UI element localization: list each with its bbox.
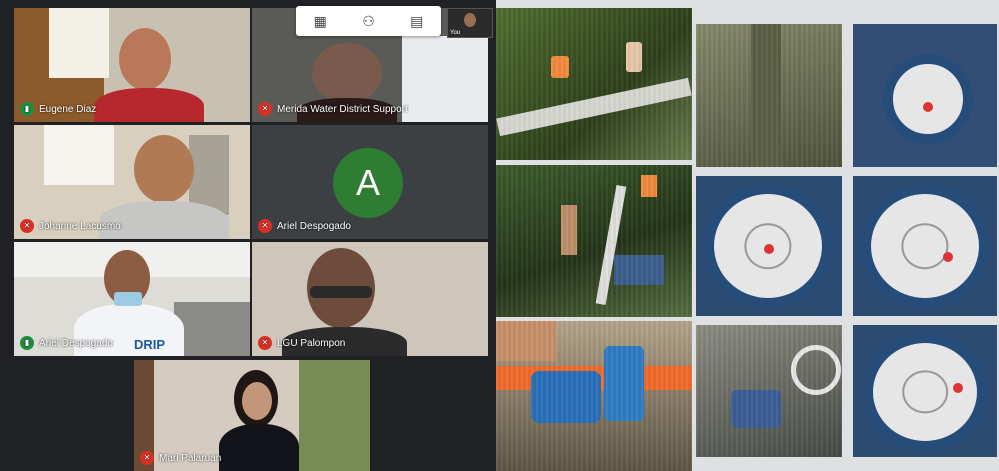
video-conference: ▮ Eugene Diaz ✕ Merida Water District Supp… [0,0,496,471]
mic-on-icon[interactable]: ▮ [20,102,34,116]
mic-off-icon[interactable]: ✕ [20,219,34,233]
mic-off-icon[interactable]: ✕ [140,451,154,465]
participant-name: ▮ Ariel Despogado [20,336,113,350]
participant-name: ✕ Mari Palaruan [140,451,221,465]
grid-icon[interactable]: ▦ [314,13,327,30]
photo-field-work-pipes [496,8,692,160]
people-icon[interactable]: ⚇ [362,13,375,30]
participant-tile-johanne[interactable]: ✕ Johanne Lacusmo [14,125,250,239]
photo-water-meter-5 [853,325,997,457]
photo-meter-trench [696,24,842,167]
mic-off-icon[interactable]: ✕ [258,219,272,233]
mic-off-icon[interactable]: ✕ [258,102,272,116]
chat-icon[interactable]: ▤ [410,13,423,30]
photo-field-work-river [496,165,692,317]
photo-water-meter-4 [696,325,842,457]
self-view-label: You [450,30,461,36]
participant-tile-eugene[interactable]: ▮ Eugene Diaz [14,8,250,122]
participant-name: ✕ Ariel Despogado [258,219,351,233]
photo-water-meter-3 [853,176,997,316]
participant-name: ▮ Eugene Diaz [20,102,96,116]
photo-water-meter-2 [696,176,842,316]
participant-name: ✕ LGU Palompon [258,336,345,350]
mic-on-icon[interactable]: ▮ [20,336,34,350]
participant-name: ✕ Merida Water District Support [258,102,408,116]
mic-off-icon[interactable]: ✕ [258,336,272,350]
self-view-thumbnail[interactable]: You [447,8,493,38]
participant-tile-lgu[interactable]: ✕ LGU Palompon [252,242,488,356]
participant-avatar: A [333,148,403,218]
participant-tile-mari[interactable]: ✕ Mari Palaruan [134,360,370,471]
participant-tile-ariel-video[interactable]: DRIP ▮ Ariel Despogado [14,242,250,356]
photo-water-meter-1 [853,24,997,167]
participant-name: ✕ Johanne Lacusmo [20,219,121,233]
shirt-print: DRIP [134,337,166,352]
meeting-toolbar: ▦ ⚇ ▤ [296,6,441,36]
photo-water-meter-installation [496,321,692,471]
